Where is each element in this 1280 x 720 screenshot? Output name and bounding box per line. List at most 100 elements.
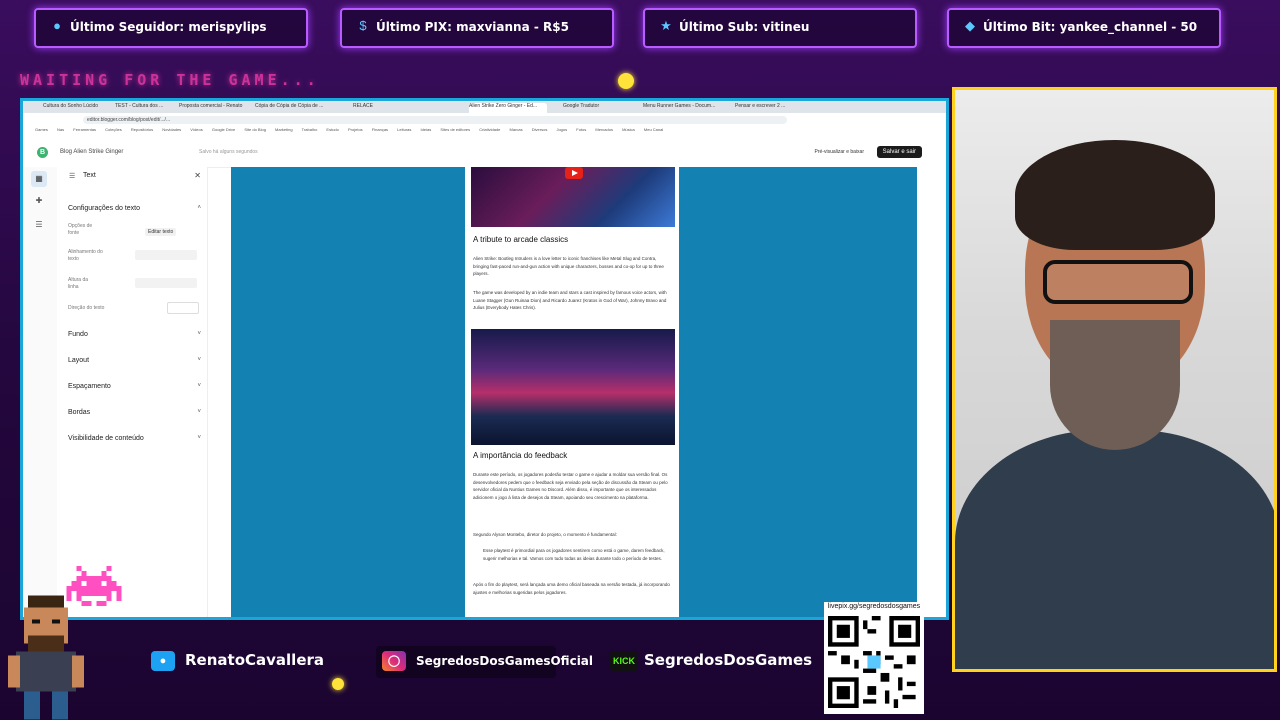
article-paragraph[interactable]: Durante este período, os jogadores poder… [473, 471, 671, 501]
preview-button[interactable]: Pré-visualizar e baixar [815, 149, 864, 155]
browser-tab[interactable]: Cópia de Cópia de Cópia de ... [255, 103, 335, 113]
bookmark-item[interactable]: Ideias [421, 127, 432, 132]
chevron-down-icon[interactable]: ˅ [197, 357, 201, 363]
bookmark-item[interactable]: Coleções [105, 127, 122, 132]
bookmark-item[interactable]: Mercados [595, 127, 613, 132]
qr-code [828, 616, 920, 708]
diamond-icon: ◆ [965, 18, 975, 33]
browser-tab[interactable]: Google Tradutor [563, 103, 623, 113]
chevron-down-icon[interactable]: ˅ [197, 331, 201, 337]
last-bit-text: Último Bit: yankee_channel - 50 [983, 20, 1198, 34]
bookmark-item[interactable]: Projetos [348, 127, 363, 132]
last-pix-bar: $ Último PIX: maxvianna - R$5 [340, 8, 614, 48]
layers-icon[interactable]: ☰ [31, 217, 47, 233]
alignment-control[interactable] [135, 250, 197, 260]
document-title[interactable]: Blog Alien Strike Ginger [60, 149, 123, 155]
bookmark-item[interactable]: Vídeos [190, 127, 202, 132]
glasses [1043, 260, 1193, 304]
twitter-handle-text: RenatoCavallera [185, 651, 325, 669]
chevron-down-icon[interactable]: ˅ [197, 383, 201, 389]
user-icon: ● [53, 18, 61, 33]
bookmark-item[interactable]: Estudo [326, 127, 338, 132]
instagram-icon: ◯ [382, 651, 406, 671]
bookmark-item[interactable]: Google Drive [212, 127, 235, 132]
bookmark-item[interactable]: Site do Blog [244, 127, 266, 132]
line-height-control[interactable] [135, 278, 197, 288]
tab-strip: Cultura do Sonho Lúcido TEST - Cultura d… [23, 101, 946, 113]
browser-tab[interactable]: Proposta comercial - Renato [179, 103, 251, 113]
chevron-down-icon[interactable]: ˅ [197, 435, 201, 441]
close-icon[interactable]: ✕ [194, 171, 201, 180]
youtube-play-icon[interactable] [565, 167, 583, 179]
line-height-label: Altura da linha [68, 277, 89, 290]
article-quote[interactable]: Esse playtest é primordial para os jogad… [483, 547, 669, 562]
bookmark-item[interactable]: Meu Canal [644, 127, 663, 132]
bookmark-item[interactable]: Games [35, 127, 48, 132]
kick-icon: KICK [610, 651, 638, 671]
bookmark-item[interactable]: Repositórios [131, 127, 153, 132]
browser-tab[interactable]: Menu Runner Games - Docum... [643, 103, 723, 113]
text-alignment-label: Alinhamento do texto [68, 249, 103, 262]
edit-text-button[interactable]: Editar texto [145, 228, 177, 236]
bookmark-item[interactable]: Jogos [556, 127, 567, 132]
article-heading[interactable]: A tribute to arcade classics [473, 235, 568, 244]
last-sub-bar: ★ Último Sub: vitineu [643, 8, 917, 48]
webcam-frame [952, 87, 1277, 672]
article-paragraph[interactable]: Segundo Alyson Montebo, diretor do proje… [473, 531, 671, 539]
font-options-label: Opções de fonte [68, 223, 93, 236]
browser-tab-active[interactable]: Alien Strike Zero Ginger - Ed... [469, 103, 547, 113]
bookmark-item[interactable]: Marcas [510, 127, 523, 132]
accordion-background[interactable]: Fundo [68, 331, 88, 338]
blocks-icon[interactable]: ▦ [31, 171, 47, 187]
text-settings-section[interactable]: Configurações do texto [68, 205, 140, 212]
browser-tab[interactable]: Cultura do Sonho Lúcido [43, 103, 111, 113]
article-heading[interactable]: A importância do feedback [473, 451, 567, 460]
gameplay-screenshot-image[interactable] [471, 329, 675, 445]
address-bar: editor.blogger.com/blog/post/edit/.../..… [23, 113, 946, 128]
pix-icon: $ [359, 18, 367, 33]
bookmark-item[interactable]: Trabalho [302, 127, 318, 132]
bookmark-item[interactable]: Nas [57, 127, 64, 132]
coin-icon [618, 73, 634, 89]
bookmark-item[interactable]: Diversos [532, 127, 548, 132]
text-direction-stepper[interactable] [167, 302, 199, 314]
chevron-down-icon[interactable]: ˅ [197, 409, 201, 415]
bookmark-item[interactable]: Criatividade [479, 127, 500, 132]
accordion-spacing[interactable]: Espaçamento [68, 383, 111, 390]
article-paragraph[interactable]: Após o fim do playtest, será lançada uma… [473, 581, 671, 596]
pixel-avatar [8, 595, 84, 720]
scrollbar[interactable] [917, 167, 946, 617]
bookmark-item[interactable]: Marketing [275, 127, 293, 132]
elements-icon[interactable]: ✚ [31, 193, 47, 209]
browser-tab[interactable]: RELACE [353, 103, 393, 113]
last-follower-text: Último Seguidor: merispylips [70, 20, 267, 34]
article-column[interactable]: A tribute to arcade classics Alien Strik… [465, 167, 679, 617]
editor-toolbar: B Blog Alien Strike Ginger Salvo há algu… [23, 137, 946, 168]
menu-icon[interactable]: ☰ [69, 172, 75, 180]
game-cover-image[interactable] [471, 167, 675, 227]
chevron-up-icon[interactable]: ˄ [197, 205, 201, 211]
accordion-visibility[interactable]: Visibilidade de conteúdo [68, 435, 144, 442]
bookmark-item[interactable]: Sites de editores [440, 127, 470, 132]
bookmark-item[interactable]: Música [622, 127, 635, 132]
bookmark-item[interactable]: Finanças [372, 127, 388, 132]
browser-tab[interactable]: TEST - Cultura dos ... [115, 103, 175, 113]
article-paragraph[interactable]: Alien Strike: Bootleg Intruders is a lov… [473, 255, 671, 278]
save-and-exit-button[interactable]: Salvar e sair [876, 146, 922, 158]
browser-tab[interactable]: Pensar e escrever 2 ... [735, 103, 809, 113]
bookmark-item[interactable]: Fotos [576, 127, 586, 132]
person-hair [1015, 140, 1215, 250]
bookmark-item[interactable]: Ferramentas [73, 127, 96, 132]
browser-window: Cultura do Sonho Lúcido TEST - Cultura d… [20, 98, 949, 620]
text-direction-label: Direção do texto [68, 305, 105, 311]
url-input[interactable]: editor.blogger.com/blog/post/edit/.../..… [83, 116, 787, 124]
bookmark-item[interactable]: Leituras [397, 127, 411, 132]
person-beard [1050, 320, 1180, 450]
bookmark-item[interactable]: Novidades [162, 127, 181, 132]
autosave-status: Salvo há alguns segundos [199, 149, 258, 155]
accordion-layout[interactable]: Layout [68, 357, 89, 364]
settings-panel: ☰ Text ✕ Configurações do texto ˄ Opções… [57, 167, 208, 617]
accordion-borders[interactable]: Bordas [68, 409, 90, 416]
article-paragraph[interactable]: The game was developed by an indie team … [473, 289, 671, 312]
waiting-banner: WAITING FOR THE GAME... [20, 71, 320, 89]
